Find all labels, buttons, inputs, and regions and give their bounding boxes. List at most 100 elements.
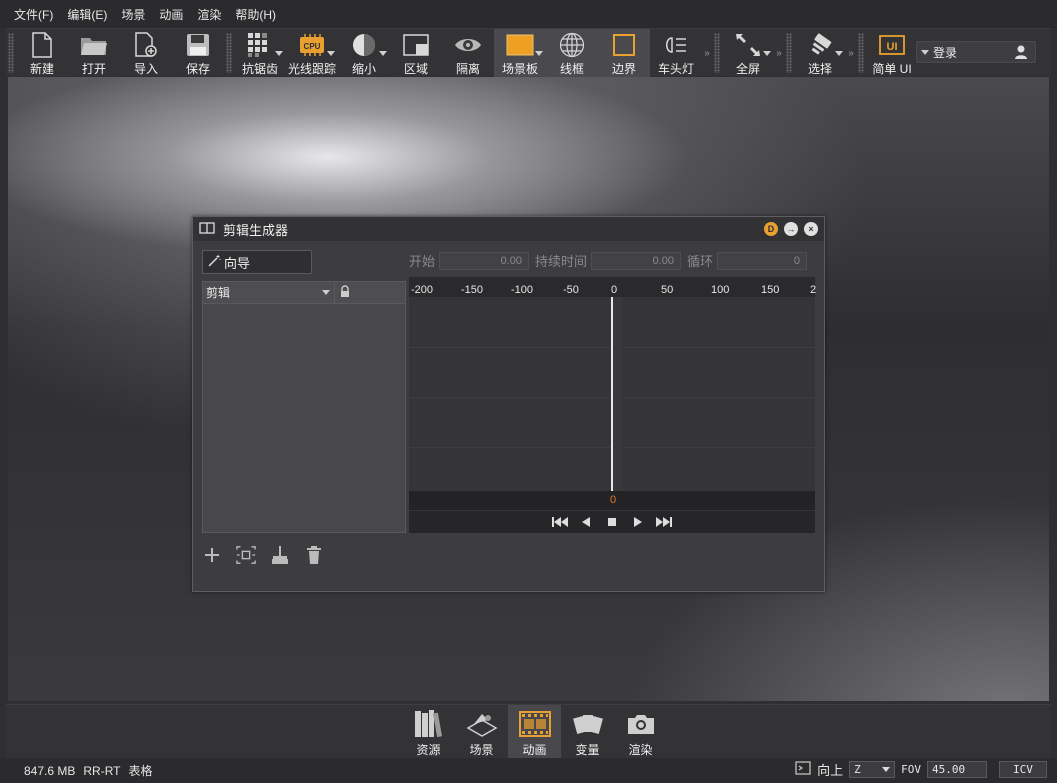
lock-column-header[interactable] xyxy=(335,282,405,303)
toolbar-overflow[interactable]: » xyxy=(702,29,712,77)
menu-edit[interactable]: 编辑(E) xyxy=(67,6,107,23)
loop-field[interactable]: 0 xyxy=(717,251,808,270)
chevron-down-icon[interactable] xyxy=(275,51,283,56)
simple-ui-label: 简单 UI xyxy=(872,62,912,76)
fullscreen-button[interactable]: 全屏 xyxy=(722,29,774,77)
backplate-icon xyxy=(505,31,535,59)
duration-label: 持续时间 xyxy=(535,254,588,269)
isolate-button[interactable]: 隔离 xyxy=(442,29,494,77)
clean-clip-button[interactable] xyxy=(270,545,290,565)
menu-animation[interactable]: 动画 xyxy=(159,6,183,23)
up-axis-select[interactable]: Z xyxy=(849,761,896,778)
antialias-button[interactable]: 抗锯齿 xyxy=(234,29,286,77)
detach-button[interactable]: → xyxy=(784,222,798,236)
tab-scene[interactable]: 场景 xyxy=(455,705,508,759)
chevron-down-icon[interactable] xyxy=(535,51,543,56)
tab-render[interactable]: 渲染 xyxy=(614,705,667,759)
simple-ui-button[interactable]: UI 简单 UI xyxy=(866,29,918,77)
region-button[interactable]: 区域 xyxy=(390,29,442,77)
playhead-band xyxy=(613,297,623,491)
skip-to-end-icon xyxy=(656,517,672,527)
start-field[interactable]: 0.00 xyxy=(439,251,530,270)
headlight-label: 车头灯 xyxy=(657,62,694,76)
bounds-icon xyxy=(609,31,639,59)
ruler-tick-label: -50 xyxy=(563,284,579,296)
toolbar-grip[interactable] xyxy=(714,33,720,73)
shrink-label: 缩小 xyxy=(351,62,376,76)
frame-indicator-bar: 0 xyxy=(409,491,815,510)
wireframe-button[interactable]: 线框 xyxy=(546,29,598,77)
chevron-down-icon[interactable] xyxy=(327,51,335,56)
backplate-button[interactable]: 场景板 xyxy=(494,29,546,77)
tab-animation[interactable]: 动画 xyxy=(508,705,561,759)
tab-variants[interactable]: 变量 xyxy=(561,705,614,759)
raytracing-button[interactable]: CPU 光线跟踪 xyxy=(286,29,338,77)
ruler-tick-label: -150 xyxy=(461,284,484,296)
login-dropdown[interactable]: 登录 xyxy=(916,41,1036,63)
select-button[interactable]: 选择 xyxy=(794,29,846,77)
clip-timeline[interactable]: -200 -150 -100 -50 0 50 100 150 2 0 xyxy=(409,277,816,533)
wireframe-label: 线框 xyxy=(559,62,584,76)
toolbar-grip[interactable] xyxy=(226,33,232,73)
clip-fields: 开始 0.00 持续时间 0.00 循环 0 xyxy=(409,251,808,270)
play-button[interactable] xyxy=(630,515,646,529)
select-label: 选择 xyxy=(807,62,832,76)
import-icon xyxy=(131,31,161,59)
import-button[interactable]: 导入 xyxy=(120,29,172,77)
menu-scene[interactable]: 场景 xyxy=(121,6,145,23)
transport-controls xyxy=(409,511,815,533)
toolbar-grip[interactable] xyxy=(8,33,14,73)
clip-list[interactable]: 剪辑 xyxy=(202,281,406,533)
play-backward-button[interactable] xyxy=(578,515,594,529)
clip-maker-dialog: 剪辑生成器 D → × 向导 剪辑 开始 0.00 持续时间 0.00 循环 0… xyxy=(192,216,825,592)
main-toolbar: 新建 打开 导入 保存 抗锯齿 CPU 光线跟踪 缩小 区域 隔离 场景板 线框… xyxy=(6,28,1051,77)
menu-render[interactable]: 渲染 xyxy=(197,6,221,23)
skip-to-end-button[interactable] xyxy=(656,515,672,529)
delete-clip-button[interactable] xyxy=(304,545,324,565)
clip-list-header: 剪辑 xyxy=(203,282,405,304)
playhead[interactable] xyxy=(611,297,613,491)
tab-variants-label: 变量 xyxy=(575,743,600,757)
bounds-button[interactable]: 边界 xyxy=(598,29,650,77)
status-bar: 847.6 MB RR-RT 表格 向上 Z FOV 45.00 ICV xyxy=(0,758,1057,783)
shrink-button[interactable]: 缩小 xyxy=(338,29,390,77)
toolbar-grip[interactable] xyxy=(858,33,864,73)
dock-button[interactable]: D xyxy=(764,222,778,236)
fov-field[interactable]: 45.00 xyxy=(927,761,987,778)
fit-clip-button[interactable] xyxy=(236,545,256,565)
clip-column-header[interactable]: 剪辑 xyxy=(203,282,335,303)
toolbar-grip[interactable] xyxy=(786,33,792,73)
new-button[interactable]: 新建 xyxy=(16,29,68,77)
backplate-label: 场景板 xyxy=(501,62,538,76)
fov-label: FOV xyxy=(901,763,921,776)
plus-icon xyxy=(205,548,219,562)
skip-to-start-button[interactable] xyxy=(552,515,568,529)
chevron-down-icon[interactable] xyxy=(763,51,771,56)
tab-library[interactable]: 资源 xyxy=(402,705,455,759)
open-button[interactable]: 打开 xyxy=(68,29,120,77)
toolbar-overflow[interactable]: » xyxy=(774,29,784,77)
add-clip-button[interactable] xyxy=(202,545,222,565)
wizard-label: 向导 xyxy=(224,255,251,271)
timeline-ruler[interactable]: -200 -150 -100 -50 0 50 100 150 2 xyxy=(409,277,816,297)
chevron-down-icon[interactable] xyxy=(835,51,843,56)
duration-field[interactable]: 0.00 xyxy=(591,251,682,270)
terminal-icon[interactable] xyxy=(795,761,811,778)
stop-button[interactable] xyxy=(604,515,620,529)
wizard-button[interactable]: 向导 xyxy=(202,250,312,274)
icv-button[interactable]: ICV xyxy=(999,761,1047,778)
menu-file[interactable]: 文件(F) xyxy=(14,6,53,23)
menu-help[interactable]: 帮助(H) xyxy=(235,6,276,23)
headlight-button[interactable]: 车头灯 xyxy=(650,29,702,77)
headlight-icon xyxy=(661,31,691,59)
region-label: 区域 xyxy=(403,62,428,76)
save-button[interactable]: 保存 xyxy=(172,29,224,77)
dialog-titlebar[interactable]: 剪辑生成器 D → × xyxy=(193,217,824,241)
antialias-icon xyxy=(245,31,275,59)
toolbar-overflow[interactable]: » xyxy=(846,29,856,77)
close-button[interactable]: × xyxy=(804,222,818,236)
chevron-down-icon[interactable] xyxy=(379,51,387,56)
open-label: 打开 xyxy=(81,62,106,76)
ruler-tick-label: 50 xyxy=(661,284,674,296)
region-icon xyxy=(401,31,431,59)
